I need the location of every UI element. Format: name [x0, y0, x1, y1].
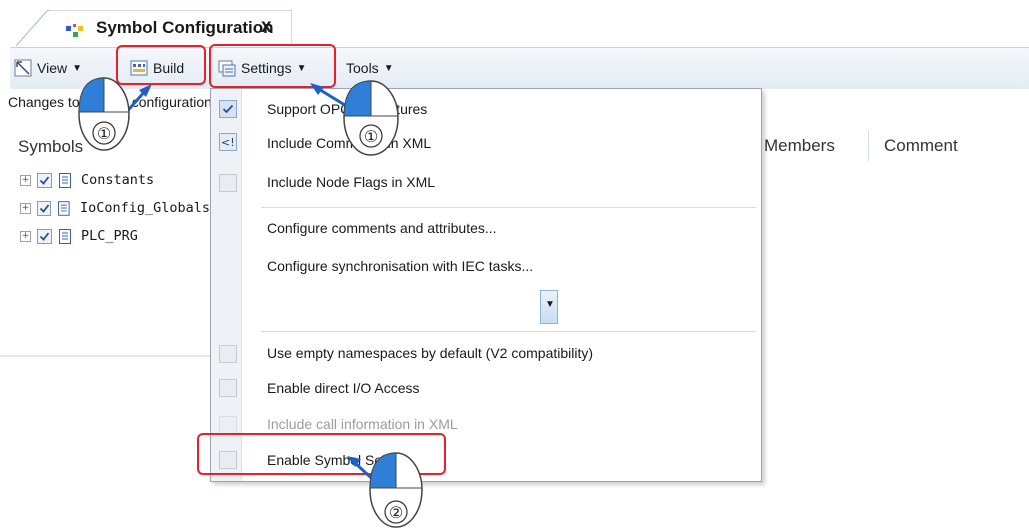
menu-checkbox-checked[interactable]: <!>	[219, 133, 244, 151]
document-icon	[58, 200, 70, 216]
column-divider[interactable]	[868, 131, 869, 161]
menu-separator	[261, 331, 756, 332]
menu-item-enable-direct-io[interactable]: Enable direct I/O Access	[267, 380, 420, 396]
tree-row-constants[interactable]: + Constants	[20, 169, 154, 191]
tools-label: Tools	[346, 60, 379, 76]
callout-number: ①	[364, 127, 378, 146]
checkbox-checked[interactable]	[37, 228, 52, 244]
chevron-down-icon: ▼	[545, 299, 555, 310]
checkbox-checked[interactable]	[36, 200, 52, 216]
tree-row-ioconfig-globals[interactable]: + IoConfig_Globals	[20, 197, 210, 219]
mouse-callout-build: ①	[78, 77, 152, 151]
menu-item-configure-comments[interactable]: Configure comments and attributes...	[267, 220, 497, 236]
view-label: View	[37, 60, 68, 76]
menu-checkbox-disabled	[219, 416, 237, 434]
tree-item-label: IoConfig_Globals	[79, 200, 210, 216]
menu-checkbox[interactable]	[219, 345, 237, 363]
menu-checkbox[interactable]	[219, 379, 237, 397]
expand-icon[interactable]: +	[20, 202, 31, 214]
toolbar-view-button[interactable]: View ▼	[14, 55, 82, 81]
tree-row-plc-prg[interactable]: + PLC_PRG	[20, 225, 138, 247]
svg-text:<!>: <!>	[221, 136, 236, 149]
menu-checkbox-checked[interactable]	[219, 100, 237, 118]
mouse-callout-settings: ①	[310, 80, 399, 156]
settings-dropdown-menu: Support OPC UA features <!> Include Comm…	[210, 88, 762, 482]
symbol-configuration-icon	[66, 24, 84, 38]
tree-item-label: PLC_PRG	[81, 228, 138, 244]
panel-bottom-edge	[0, 355, 210, 357]
menu-checkbox[interactable]	[219, 174, 237, 192]
checkbox-checked[interactable]	[37, 172, 52, 188]
document-icon	[59, 228, 71, 244]
view-icon	[14, 59, 32, 77]
chevron-down-icon: ▼	[72, 62, 82, 74]
document-icon	[59, 172, 71, 188]
callout-number: ①	[97, 124, 111, 143]
column-header-symbols[interactable]: Symbols	[18, 137, 83, 157]
mouse-callout-symbol-sets: ②	[347, 452, 423, 528]
mouse-left-button	[369, 452, 397, 489]
tab-close-button[interactable]: x	[261, 16, 272, 38]
column-header-members[interactable]: Members	[764, 136, 835, 156]
menu-item-configure-synchronisation[interactable]: Configure synchronisation with IEC tasks…	[267, 258, 533, 274]
column-header-comment[interactable]: Comment	[884, 136, 958, 156]
dropdown-arrow-button[interactable]: ▼	[540, 290, 558, 324]
arrow-head-icon	[310, 83, 324, 95]
expand-icon[interactable]: +	[20, 230, 31, 242]
menu-item-use-empty-namespaces[interactable]: Use empty namespaces by default (V2 comp…	[267, 345, 593, 361]
menu-separator	[261, 207, 756, 208]
menu-item-include-node-flags[interactable]: Include Node Flags in XML	[267, 174, 435, 190]
mouse-left-button	[78, 77, 105, 113]
tab-symbol-configuration[interactable]: Symbol Configuration x	[16, 10, 292, 46]
chevron-down-icon: ▼	[383, 62, 394, 74]
tab-strip: Symbol Configuration x	[0, 0, 1029, 46]
tab-title: Symbol Configuration	[96, 18, 274, 37]
menu-item-include-call-information: Include call information in XML	[267, 416, 458, 432]
mouse-left-button	[343, 80, 372, 117]
callout-number: ②	[389, 503, 403, 522]
expand-icon[interactable]: +	[20, 174, 31, 186]
tree-item-label: Constants	[81, 172, 155, 188]
